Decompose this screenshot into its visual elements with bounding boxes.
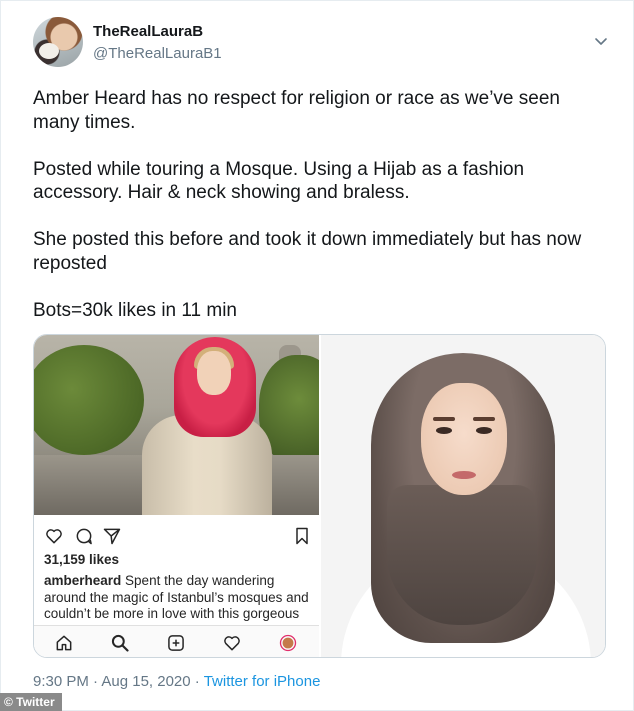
tweet-paragraph: She posted this before and took it down … <box>33 229 582 274</box>
tweet-paragraph: Amber Heard has no respect for religion … <box>33 88 560 133</box>
comment-icon <box>76 528 92 545</box>
instagram-bottom-nav <box>34 625 319 657</box>
instagram-caption: amberheard Spent the day wandering aroun… <box>44 573 310 623</box>
profile-icon <box>279 634 297 652</box>
tweet-header: TheRealLauraB @TheRealLauraB1 <box>33 17 613 71</box>
activity-heart-icon <box>224 636 240 651</box>
instagram-post-photo <box>34 335 319 515</box>
chevron-down-icon[interactable] <box>593 33 609 49</box>
home-icon <box>56 635 72 651</box>
tweet-source-link[interactable]: Twitter for iPhone <box>204 673 321 690</box>
avatar[interactable] <box>33 17 83 67</box>
tweet-media[interactable]: 31,159 likes amberheard Spent the day wa… <box>33 334 606 658</box>
tweet-text: Amber Heard has no respect for religion … <box>33 87 608 346</box>
heart-icon <box>46 529 62 544</box>
instagram-likes-count: 31,159 likes <box>44 552 120 567</box>
share-icon <box>103 528 121 545</box>
author-display-name[interactable]: TheRealLauraB <box>93 23 203 40</box>
hijab-model-image[interactable] <box>321 335 605 657</box>
instagram-action-bar <box>40 525 312 547</box>
instagram-screenshot-image[interactable]: 31,159 likes amberheard Spent the day wa… <box>34 335 319 657</box>
twitter-watermark: © Twitter <box>0 693 62 711</box>
tweet-footer: 9:30 PM · Aug 15, 2020 · Twitter for iPh… <box>33 673 320 690</box>
tweet-card: TheRealLauraB @TheRealLauraB1 Amber Hear… <box>0 0 634 711</box>
tweet-timestamp[interactable]: 9:30 PM · Aug 15, 2020 <box>33 673 191 690</box>
search-icon <box>111 634 129 652</box>
bookmark-icon <box>296 527 308 545</box>
tweet-paragraph: Posted while touring a Mosque. Using a H… <box>33 158 525 204</box>
author-handle[interactable]: @TheRealLauraB1 <box>93 45 222 62</box>
add-post-icon <box>168 635 184 651</box>
footer-separator: · <box>190 673 204 690</box>
instagram-caption-user: amberheard <box>44 573 122 588</box>
tweet-paragraph: Bots=30k likes in 11 min <box>33 299 237 321</box>
